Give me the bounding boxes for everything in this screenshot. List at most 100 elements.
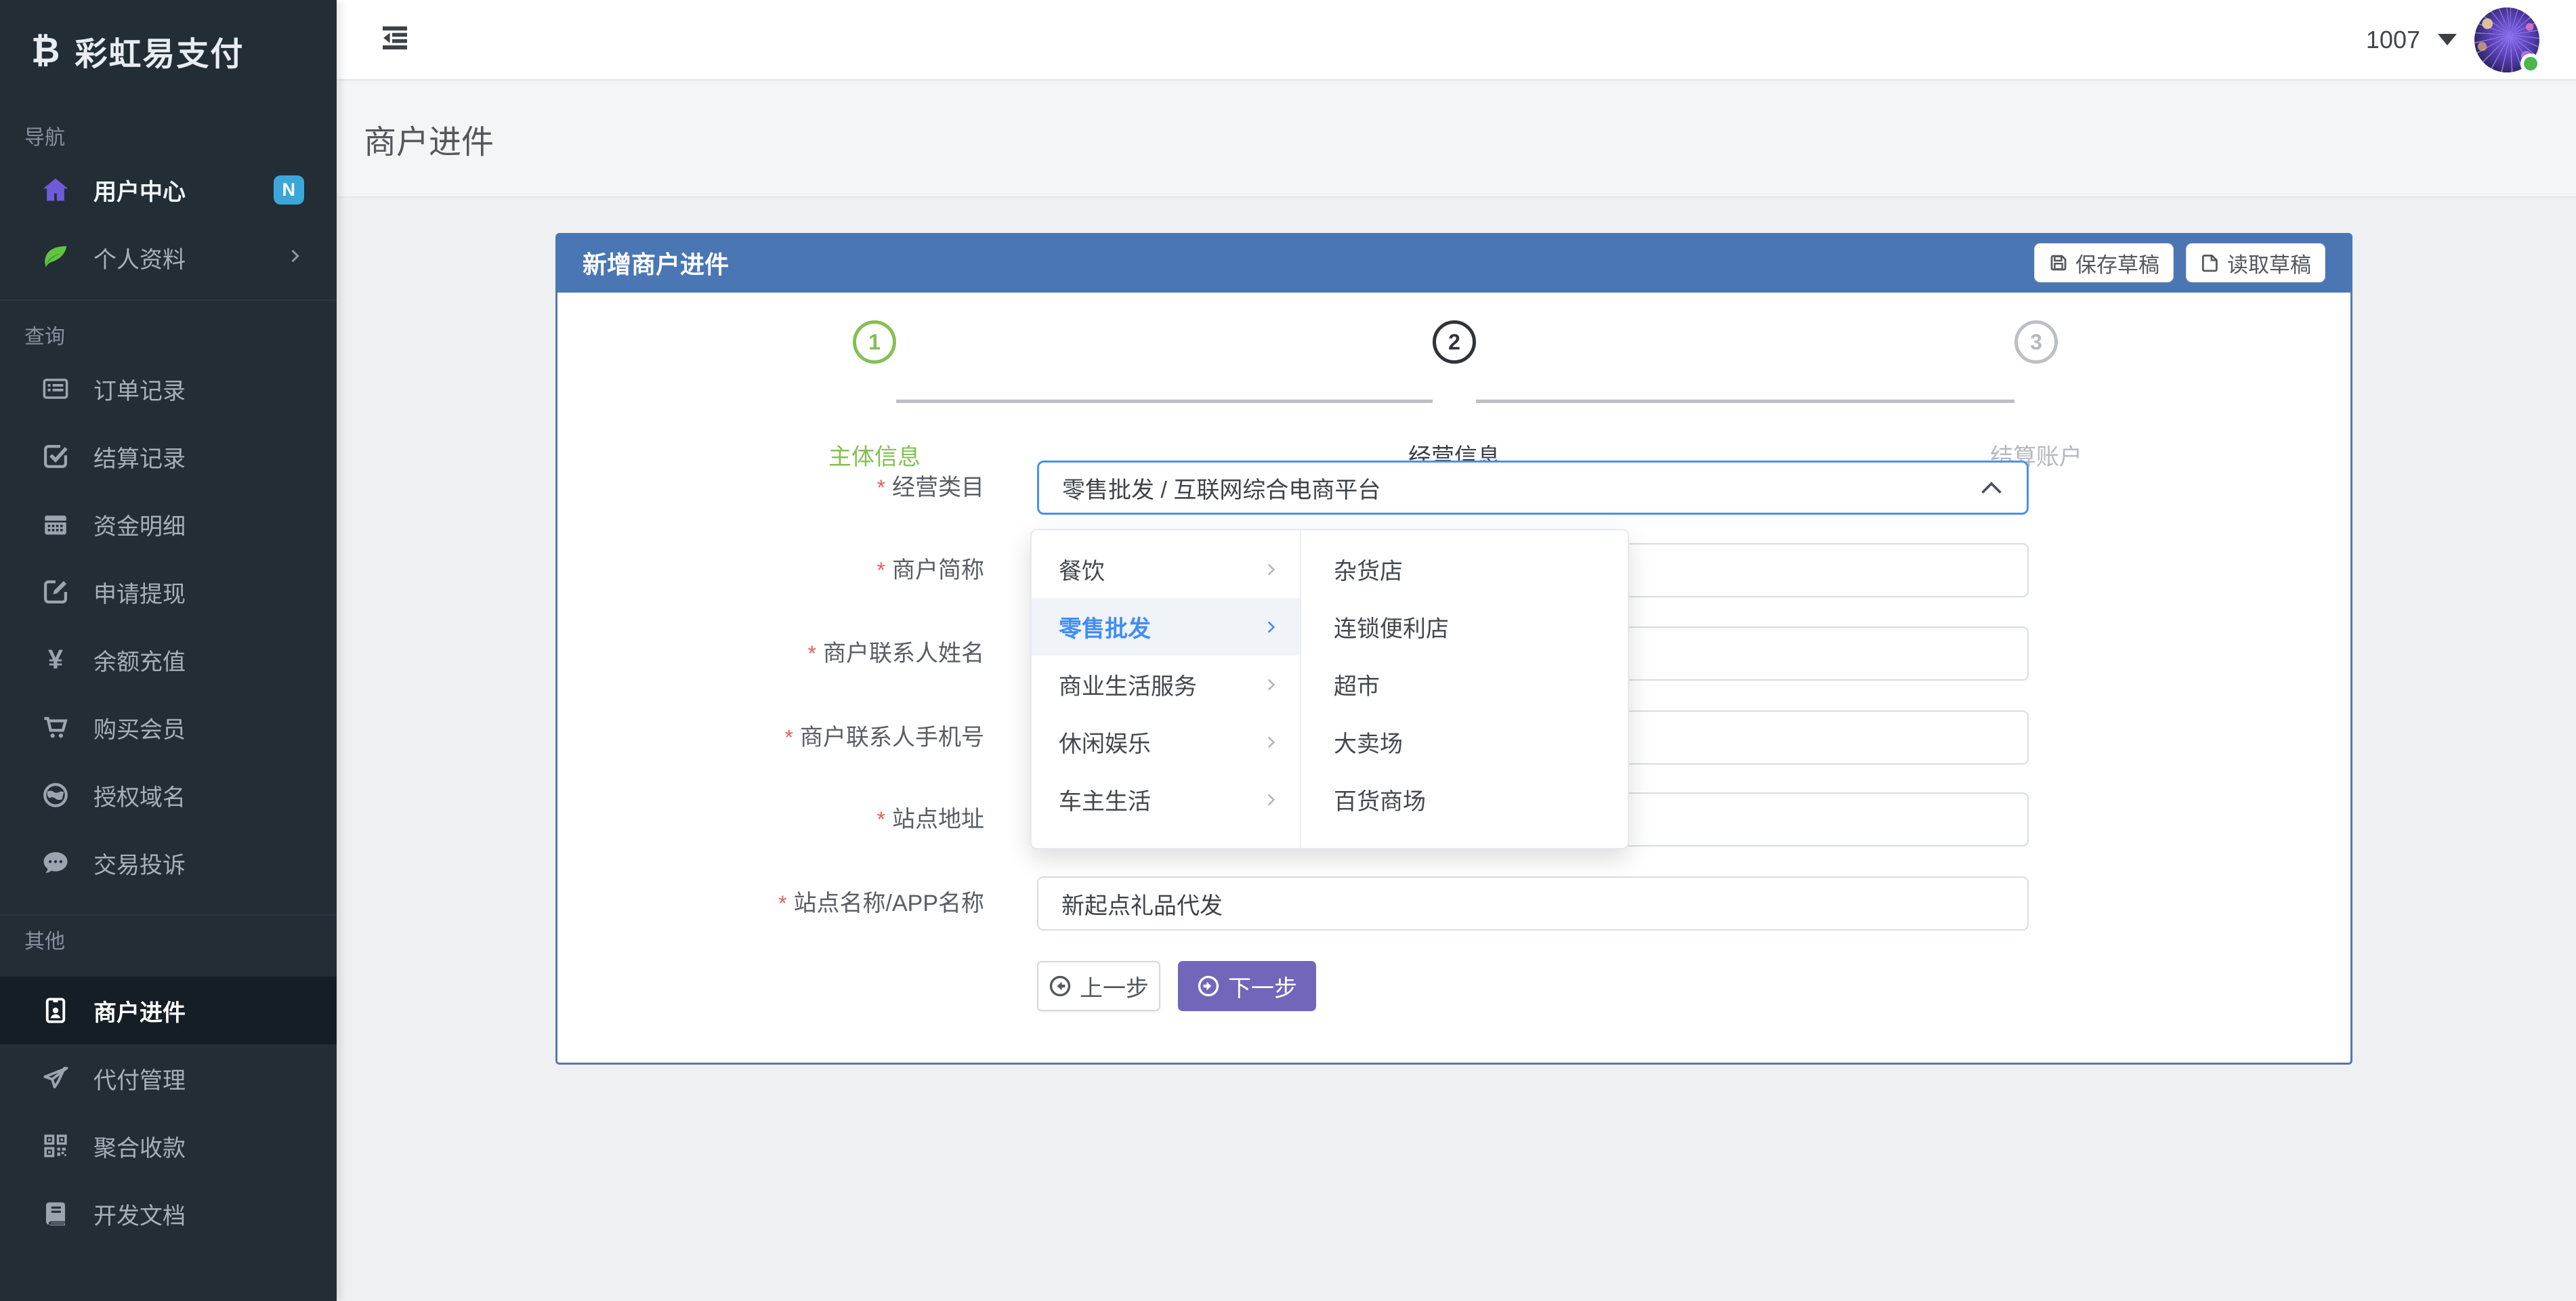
cascader-option-leisure-entertainment[interactable]: 休闲娱乐 [1032,713,1300,771]
cascader-option-catering[interactable]: 餐饮 [1032,540,1300,598]
cascader-option-supermarket[interactable]: 超市 [1301,656,1628,713]
field-label: *经营类目 [557,461,984,515]
sidebar-item-label: 个人资料 [93,241,285,274]
sidebar-item-label: 申请提现 [93,576,304,609]
circle-arrow-right-icon [1197,975,1220,998]
sidebar-item-label: 聚合收款 [93,1130,304,1163]
form-row-site-name: *站点名称/APP名称 [557,876,2350,931]
circle-arrow-left-icon [1049,975,1072,998]
sidebar-item-label: 结算记录 [93,440,304,473]
sidebar-item-withdraw[interactable]: 申请提现 [0,558,337,626]
globe-icon [41,780,70,810]
next-step-button[interactable]: 下一步 [1178,961,1316,1011]
chevron-right-icon [1262,791,1280,809]
load-draft-button[interactable]: 读取草稿 [2186,243,2325,282]
sidebar-item-payout-management[interactable]: 代付管理 [0,1044,337,1112]
cascader-option-hypermarket[interactable]: 大卖场 [1301,713,1628,771]
cascader-option-chain-convenience-store[interactable]: 连锁便利店 [1301,598,1628,656]
sidebar-item-order-records[interactable]: 订单记录 [0,355,337,423]
field-label: *商户联系人手机号 [557,710,984,765]
cascader-option-retail-wholesale[interactable]: 零售批发 [1032,598,1300,656]
cascader-child-column: 杂货店 连锁便利店 超市 大卖场 百货商场 [1301,530,1628,848]
sidebar-item-label: 资金明细 [93,508,304,541]
comment-icon [41,848,70,878]
sidebar-item-buy-membership[interactable]: 购买会员 [0,694,337,761]
leaf-icon [41,242,70,272]
step-circle-3: 3 [2014,320,2058,364]
nav-section-label-query: 查询 [0,314,337,355]
field-label: *站点地址 [557,792,984,847]
save-icon [2048,253,2069,273]
cascader-option-grocery-store[interactable]: 杂货店 [1301,540,1628,598]
cascader-parent-column: 餐饮 零售批发 商业生活服务 休闲娱乐 [1032,530,1301,848]
chevron-right-icon [1262,676,1280,694]
file-icon [2200,253,2220,273]
main-area: 1007 商户进件 新增商户进件 保存草稿 [337,0,2576,1301]
sidebar: ₿ 彩虹易支付 导航 用户中心 N 个人资料 查询 订单记录 结算记录 [0,0,337,1301]
pen-square-icon [41,577,70,607]
sidebar-item-merchant-onboarding[interactable]: 商户进件 [0,977,337,1044]
card-title: 新增商户进件 [583,245,729,280]
user-id: 1007 [2366,26,2420,54]
form-row-business-category: *经营类目 零售批发 / 互联网综合电商平台 [557,461,2350,515]
sidebar-item-balance-recharge[interactable]: ¥ 余额充值 [0,626,337,694]
chevron-right-icon [1262,618,1280,636]
save-draft-button[interactable]: 保存草稿 [2034,243,2174,282]
business-category-select[interactable]: 零售批发 / 互联网综合电商平台 [1037,461,2029,515]
cascader-option-department-store[interactable]: 百货商场 [1301,771,1628,828]
avatar[interactable] [2474,7,2539,72]
merchant-onboarding-card: 新增商户进件 保存草稿 读取草稿 1 [555,233,2352,1065]
cascader-option-business-life-services[interactable]: 商业生活服务 [1032,656,1300,713]
card-header: 新增商户进件 保存草稿 读取草稿 [555,233,2352,293]
save-draft-label: 保存草稿 [2075,248,2159,278]
sidebar-item-label: 商户进件 [93,994,304,1027]
step-connector [1476,400,2014,403]
sidebar-item-label: 授权域名 [93,779,304,812]
field-label: *商户简称 [557,543,984,597]
check-square-icon [41,442,70,471]
cascader-option-car-owner-life[interactable]: 车主生活 [1032,771,1300,828]
sidebar-item-label: 代付管理 [93,1062,304,1095]
required-asterisk: * [877,558,885,582]
sidebar-item-aggregate-collection[interactable]: 聚合收款 [0,1112,337,1180]
sidebar-divider [0,299,337,301]
id-card-icon [41,996,70,1025]
select-value: 零售批发 / 互联网综合电商平台 [1062,471,1979,505]
required-asterisk: * [778,891,786,916]
page-header: 商户进件 [337,81,2576,198]
sidebar-toggle-button[interactable] [375,20,415,60]
caret-down-icon [2438,34,2457,45]
sidebar-item-settlement-records[interactable]: 结算记录 [0,423,337,490]
site-name-input[interactable] [1037,876,2029,931]
sidebar-item-complaints[interactable]: 交易投诉 [0,829,337,897]
sidebar-item-dev-docs[interactable]: 开发文档 [0,1180,337,1247]
next-step-label: 下一步 [1228,970,1297,1003]
prev-step-button[interactable]: 上一步 [1037,961,1160,1011]
yen-icon: ¥ [41,645,70,675]
required-asterisk: * [877,807,885,832]
nav-section-label-other: 其他 [0,916,337,963]
qrcode-icon [41,1131,70,1161]
chevron-right-icon [1262,733,1280,751]
chevron-right-icon [285,247,304,269]
required-asterisk: * [785,725,793,750]
app-logo[interactable]: ₿ 彩虹易支付 [0,0,337,102]
sidebar-item-profile[interactable]: 个人资料 [0,223,337,291]
field-label: *站点名称/APP名称 [557,876,984,931]
sidebar-item-label: 余额充值 [93,643,304,677]
sidebar-item-user-center[interactable]: 用户中心 N [0,156,337,223]
sidebar-item-authorized-domains[interactable]: 授权域名 [0,761,337,829]
sidebar-item-label: 订单记录 [93,372,304,406]
topbar: 1007 [337,0,2576,81]
calendar-icon [41,509,70,539]
chevron-up-icon [1979,479,2004,496]
list-icon [41,374,70,404]
nav-section-label-nav: 导航 [0,115,337,156]
page-title: 商户进件 [364,115,494,163]
topbar-user-menu[interactable]: 1007 [2366,7,2539,72]
step-circle-1: 1 [853,320,896,364]
card-body: 1 2 3 主体信息 经营信息 结算账户 *经营类目 零售批发 / 互联网综合电… [555,293,2352,1065]
home-icon [41,175,70,205]
sidebar-item-label: 开发文档 [93,1197,304,1231]
sidebar-item-fund-details[interactable]: 资金明细 [0,490,337,558]
